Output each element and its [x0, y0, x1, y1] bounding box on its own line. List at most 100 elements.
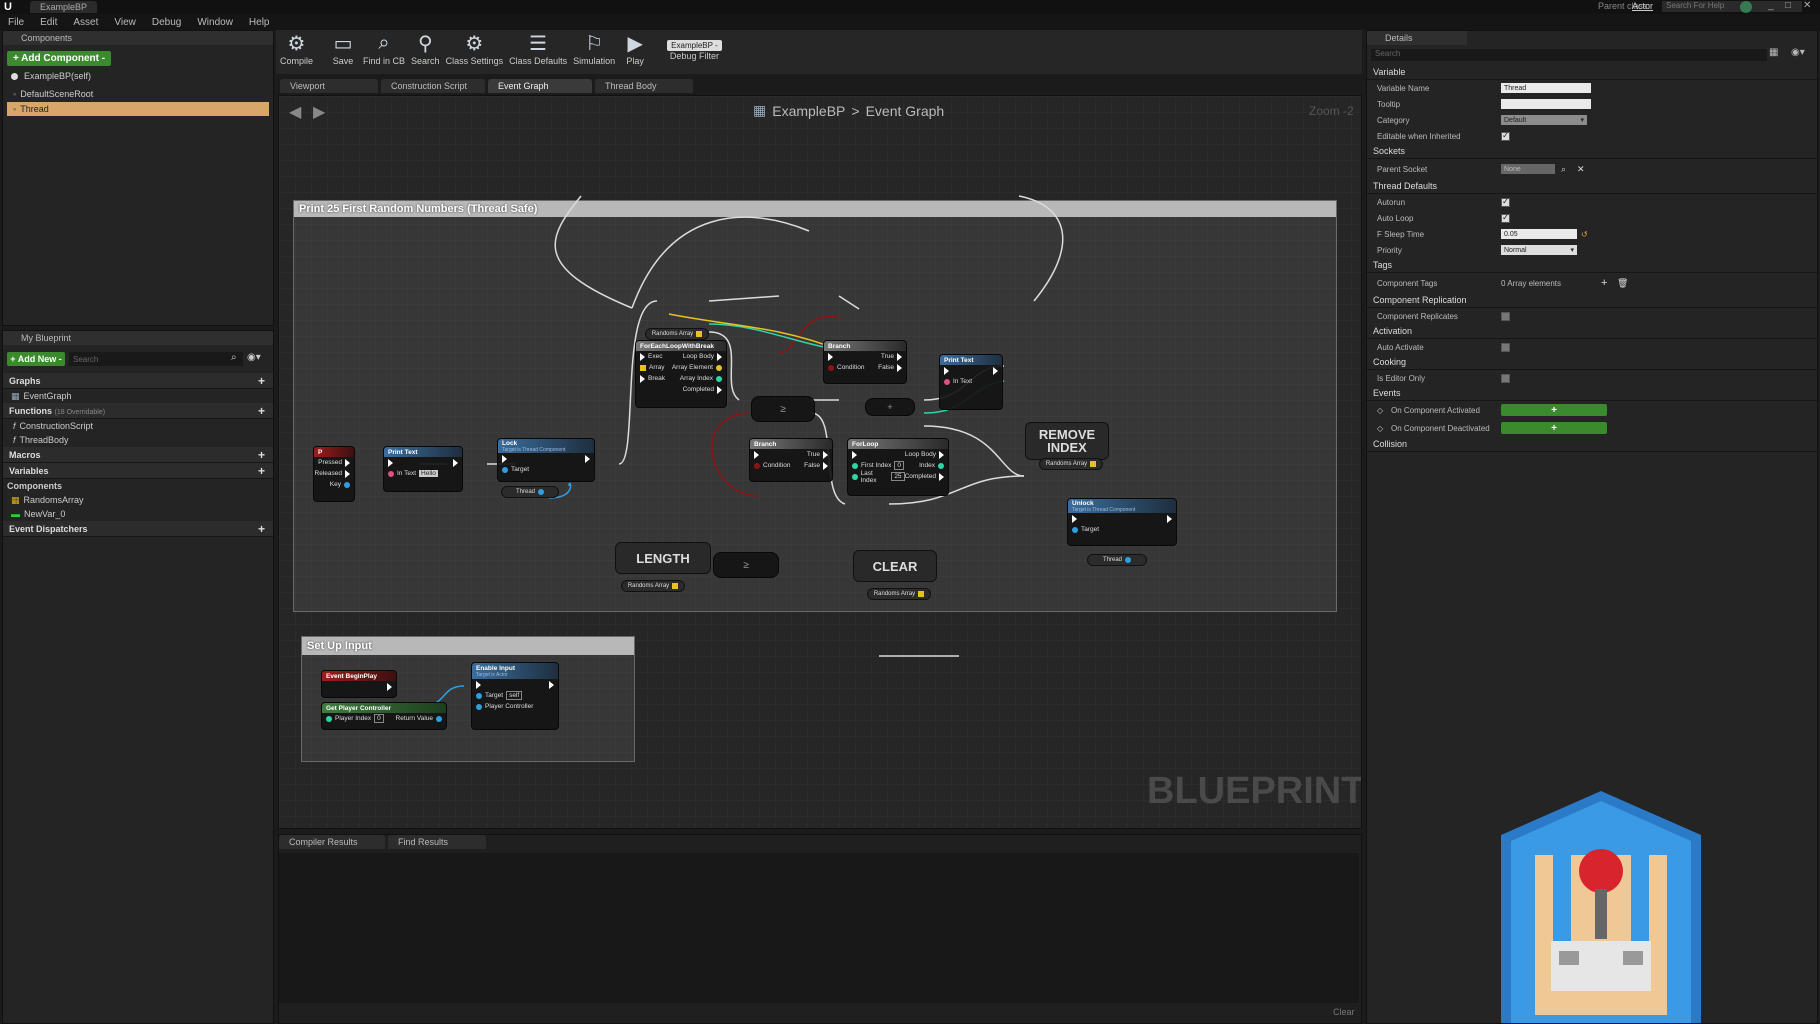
- node-event-beginplay[interactable]: Event BeginPlay: [321, 670, 397, 698]
- section-collision[interactable]: Collision: [1367, 437, 1817, 452]
- variables-section[interactable]: Variables +: [3, 463, 273, 479]
- graphs-section[interactable]: Graphs +: [3, 373, 273, 389]
- category-dropdown[interactable]: Default ▾: [1501, 115, 1587, 125]
- graph-canvas[interactable]: ◀ ▶ ▦ ExampleBP > Event Graph Zoom -2 BL…: [278, 95, 1362, 829]
- node-branch-1[interactable]: Branch True Condition False: [823, 340, 907, 384]
- view-options-icon[interactable]: ◉▾: [247, 352, 261, 363]
- add-variable-icon[interactable]: +: [258, 464, 265, 478]
- variable-item-randomsarray[interactable]: ▦ RandomsArray: [3, 493, 273, 507]
- maximize-icon[interactable]: □: [1785, 0, 1791, 11]
- graph-item-eventgraph[interactable]: ▦ EventGraph: [3, 389, 273, 403]
- auto-activate-checkbox[interactable]: [1501, 342, 1510, 352]
- trash-icon[interactable]: 🗑: [1617, 278, 1628, 289]
- auto-loop-checkbox[interactable]: ✓: [1501, 213, 1510, 223]
- function-item-constructionscript[interactable]: f ConstructionScript: [3, 419, 273, 433]
- tab-thread-body[interactable]: Thread Body: [595, 79, 693, 93]
- tab-find-results[interactable]: Find Results: [388, 835, 486, 849]
- minimize-icon[interactable]: _: [1768, 0, 1774, 11]
- section-cooking[interactable]: Cooking: [1367, 355, 1817, 370]
- component-item-thread[interactable]: ◦ Thread: [7, 102, 269, 116]
- node-unlock[interactable]: Unlock Target is Thread Component Target: [1067, 498, 1177, 546]
- functions-section[interactable]: Functions (18 Overridable) +: [3, 403, 273, 419]
- node-branch-2[interactable]: Branch True Condition False: [749, 438, 833, 482]
- component-item-defaultsceneroot[interactable]: ◦ DefaultSceneRoot: [3, 87, 273, 101]
- grid-view-icon[interactable]: ▦: [1769, 47, 1778, 58]
- debug-object-dropdown[interactable]: ExampleBP -: [667, 40, 722, 51]
- window-tab[interactable]: ExampleBP: [30, 1, 98, 13]
- menu-debug[interactable]: Debug: [144, 17, 189, 28]
- menu-asset[interactable]: Asset: [65, 17, 106, 28]
- node-randoms-array-length[interactable]: Randoms Array: [621, 580, 685, 592]
- node-p-key[interactable]: P Pressed Released Key: [313, 446, 355, 502]
- tab-construction-script[interactable]: Construction Script: [381, 79, 485, 93]
- section-component-replication[interactable]: Component Replication: [1367, 293, 1817, 308]
- tab-viewport[interactable]: Viewport: [280, 79, 378, 93]
- section-activation[interactable]: Activation: [1367, 324, 1817, 339]
- event-dispatchers-section[interactable]: Event Dispatchers +: [3, 521, 273, 537]
- node-compare-int[interactable]: ≥: [751, 396, 815, 422]
- variable-name-field[interactable]: Thread: [1501, 83, 1591, 93]
- search-icon[interactable]: ⌕: [1561, 164, 1566, 175]
- node-clear[interactable]: CLEAR: [853, 550, 937, 582]
- add-component-button[interactable]: + Add Component -: [7, 51, 111, 66]
- reset-icon[interactable]: ↺: [1581, 230, 1588, 239]
- my-blueprint-tab[interactable]: My Blueprint: [3, 331, 273, 345]
- tab-event-graph[interactable]: Event Graph: [488, 79, 592, 93]
- play-button[interactable]: ▶ Play: [621, 30, 649, 67]
- section-thread-defaults[interactable]: Thread Defaults: [1367, 179, 1817, 194]
- node-randoms-array-top[interactable]: Randoms Array: [645, 328, 709, 340]
- node-compare-length[interactable]: ≥: [713, 552, 779, 578]
- add-new-button[interactable]: + Add New -: [7, 352, 65, 366]
- player-index-value[interactable]: 0: [374, 714, 384, 723]
- function-item-threadbody[interactable]: f ThreadBody: [3, 433, 273, 447]
- last-index-value[interactable]: 25: [891, 472, 905, 481]
- components-tab[interactable]: Components: [3, 31, 273, 45]
- add-graph-icon[interactable]: +: [258, 374, 265, 388]
- node-print-text-2[interactable]: Print Text In Text: [939, 354, 1003, 410]
- tooltip-field[interactable]: [1501, 99, 1591, 109]
- debug-filter[interactable]: ExampleBP - Debug Filter: [667, 40, 722, 61]
- menu-edit[interactable]: Edit: [32, 17, 65, 28]
- parent-socket-field[interactable]: None: [1501, 164, 1555, 174]
- save-button[interactable]: ▭ Save: [329, 30, 357, 67]
- sleep-time-field[interactable]: 0.05: [1501, 229, 1577, 239]
- add-on-deactivated-button[interactable]: +: [1501, 422, 1607, 434]
- node-remove-index[interactable]: REMOVE INDEX: [1025, 422, 1109, 460]
- add-macro-icon[interactable]: +: [258, 448, 265, 462]
- menu-view[interactable]: View: [106, 17, 144, 28]
- node-add-int[interactable]: +: [865, 398, 915, 416]
- details-tab[interactable]: Details: [1367, 31, 1467, 45]
- section-sockets[interactable]: Sockets: [1367, 144, 1817, 159]
- close-icon[interactable]: ✕: [1803, 0, 1811, 11]
- class-settings-button[interactable]: ⚙ Class Settings: [446, 30, 504, 67]
- find-in-cb-button[interactable]: ⌕ Find in CB: [363, 30, 405, 67]
- node-foreach-loop[interactable]: ForEachLoopWithBreak Exec Loop Body Array…: [635, 340, 727, 408]
- section-variable[interactable]: Variable: [1367, 65, 1817, 80]
- menu-window[interactable]: Window: [189, 17, 241, 28]
- clear-results-button[interactable]: Clear: [1333, 1007, 1355, 1017]
- blueprint-search-input[interactable]: Search: [69, 352, 243, 366]
- menu-help[interactable]: Help: [241, 17, 278, 28]
- parent-class-link[interactable]: Actor: [1632, 1, 1653, 11]
- node-for-loop[interactable]: ForLoop Loop Body First Index 0 Index Last…: [847, 438, 949, 496]
- node-randoms-array-clear[interactable]: Randoms Array: [867, 588, 931, 600]
- clear-icon[interactable]: ✕: [1577, 164, 1585, 175]
- in-text-value[interactable]: Hello: [419, 470, 438, 477]
- node-print-text-1[interactable]: Print Text In Text Hello: [383, 446, 463, 492]
- menu-file[interactable]: File: [0, 17, 32, 28]
- add-dispatcher-icon[interactable]: +: [258, 522, 265, 536]
- simulation-button[interactable]: ⚐ Simulation: [573, 30, 615, 67]
- node-length[interactable]: LENGTH: [615, 542, 711, 574]
- class-defaults-button[interactable]: ☰ Class Defaults: [509, 30, 567, 67]
- editable-inherited-checkbox[interactable]: ✓: [1501, 131, 1510, 141]
- node-lock[interactable]: Lock Target is Thread Component Target: [497, 438, 595, 482]
- node-thread-var-unlock[interactable]: Thread: [1087, 554, 1147, 566]
- macros-section[interactable]: Macros +: [3, 447, 273, 463]
- add-element-icon[interactable]: +: [1601, 277, 1607, 289]
- eye-icon[interactable]: ◉▾: [1791, 47, 1805, 58]
- add-on-activated-button[interactable]: +: [1501, 404, 1607, 416]
- section-events[interactable]: Events: [1367, 386, 1817, 401]
- priority-dropdown[interactable]: Normal ▾: [1501, 245, 1577, 255]
- variable-item-newvar[interactable]: ▬ NewVar_0: [3, 507, 273, 521]
- node-get-player-controller[interactable]: Get Player Controller Player Index 0 Retur…: [321, 702, 447, 730]
